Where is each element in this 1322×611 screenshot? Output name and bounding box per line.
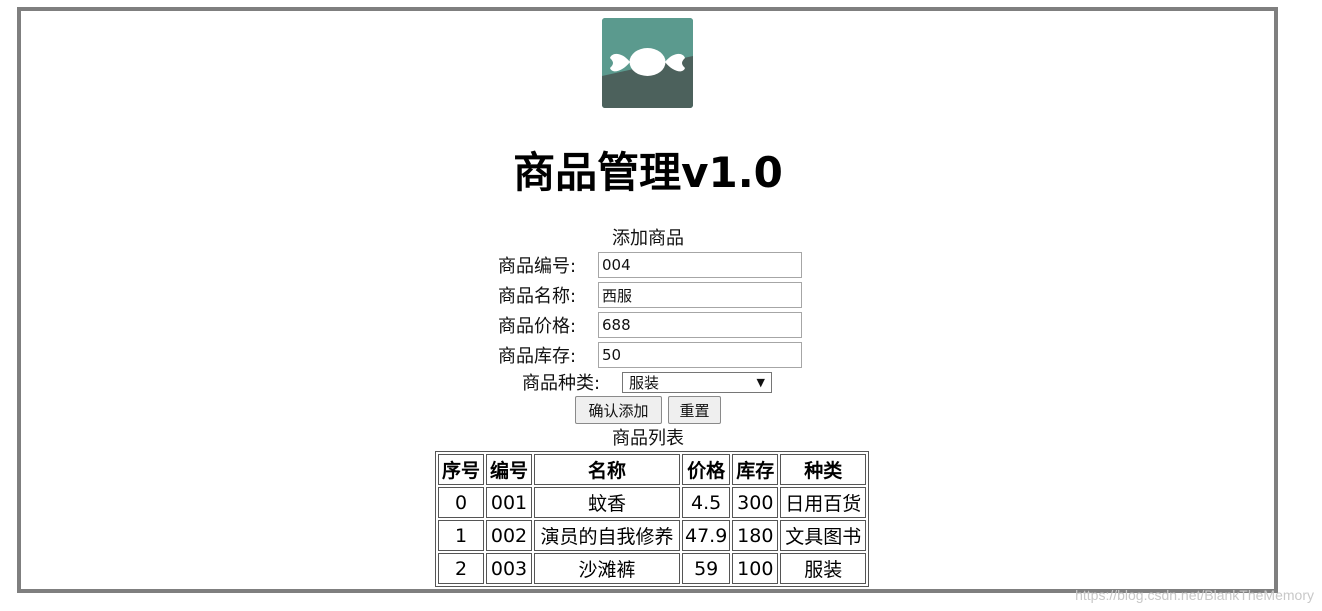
- cell-code: 003: [486, 553, 532, 584]
- category-select[interactable]: 服装 ▼: [622, 371, 772, 393]
- cell-index: 0: [438, 487, 484, 518]
- price-input[interactable]: 688: [598, 312, 802, 338]
- cell-stock: 180: [732, 520, 779, 551]
- cell-name: 演员的自我修养: [534, 520, 680, 551]
- table-row: 2 003 沙滩裤 59 100 服装: [438, 553, 867, 584]
- form-row-category: 商品种类: 服装 ▼: [522, 369, 772, 395]
- cell-name: 沙滩裤: [534, 553, 680, 584]
- column-header-category: 种类: [780, 454, 867, 485]
- form-row-stock: 商品库存: 50: [498, 341, 802, 369]
- dropdown-arrow-icon: ▼: [756, 375, 765, 389]
- table-row: 0 001 蚊香 4.5 300 日用百货: [438, 487, 867, 518]
- form-row-name: 商品名称: 西服: [498, 281, 802, 309]
- cell-code: 002: [486, 520, 532, 551]
- column-header-code: 编号: [486, 454, 532, 485]
- confirm-add-button[interactable]: 确认添加: [575, 396, 662, 424]
- candy-logo-icon: [602, 18, 693, 108]
- category-label: 商品种类:: [522, 373, 601, 394]
- column-header-stock: 库存: [732, 454, 779, 485]
- goods-table: 序号 编号 名称 价格 库存 种类 0 001 蚊香 4.5 300 日用百货 …: [435, 451, 870, 587]
- watermark-text: https://blog.csdn.net/BlankTheMemory: [1075, 587, 1314, 603]
- stock-input[interactable]: 50: [598, 342, 802, 368]
- cell-category: 服装: [780, 553, 867, 584]
- add-section-title: 添加商品: [612, 228, 684, 249]
- column-header-price: 价格: [682, 454, 731, 485]
- stock-label: 商品库存:: [498, 346, 577, 367]
- column-header-index: 序号: [438, 454, 484, 485]
- cell-index: 2: [438, 553, 484, 584]
- code-input[interactable]: 004: [598, 252, 802, 278]
- table-row: 1 002 演员的自我修养 47.9 180 文具图书: [438, 520, 867, 551]
- column-header-name: 名称: [534, 454, 680, 485]
- cell-name: 蚊香: [534, 487, 680, 518]
- code-label: 商品编号:: [498, 256, 577, 277]
- category-selected-value: 服装: [629, 373, 660, 392]
- reset-button[interactable]: 重置: [668, 396, 721, 424]
- cell-price: 47.9: [682, 520, 731, 551]
- cell-price: 59: [682, 553, 731, 584]
- cell-category: 日用百货: [780, 487, 867, 518]
- form-row-price: 商品价格: 688: [498, 311, 802, 339]
- cell-category: 文具图书: [780, 520, 867, 551]
- name-input[interactable]: 西服: [598, 282, 802, 308]
- cell-price: 4.5: [682, 487, 731, 518]
- list-section-title: 商品列表: [612, 428, 684, 449]
- form-row-code: 商品编号: 004: [498, 251, 802, 279]
- cell-code: 001: [486, 487, 532, 518]
- cell-stock: 100: [732, 553, 779, 584]
- price-label: 商品价格:: [498, 316, 577, 337]
- table-header-row: 序号 编号 名称 价格 库存 种类: [438, 454, 867, 485]
- name-label: 商品名称:: [498, 286, 577, 307]
- cell-stock: 300: [732, 487, 779, 518]
- page-title: 商品管理v1.0: [513, 148, 783, 197]
- cell-index: 1: [438, 520, 484, 551]
